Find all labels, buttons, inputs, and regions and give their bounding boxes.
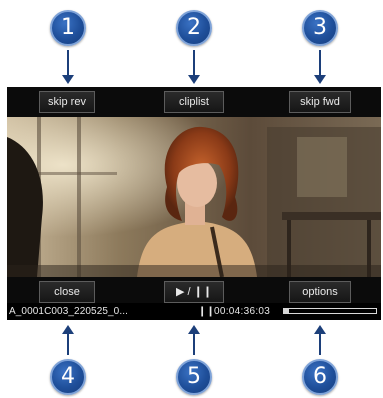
video-player: skip rev cliplist skip fwd close ▶ / ❙❙ … — [7, 87, 381, 320]
options-button[interactable]: options — [289, 281, 351, 303]
status-bar: A_0001C003_220525_0... ❙❙ 00:04:36:03 — [7, 303, 381, 320]
annotated-player-screenshot: 1 2 3 skip rev cliplist skip fwd close ▶… — [0, 0, 383, 398]
clip-name: A_0001C003_220525_0... — [9, 306, 128, 317]
timecode: 00:04:36:03 — [214, 306, 271, 317]
video-frame[interactable] — [7, 117, 381, 277]
callout-2-marker: 2 — [176, 10, 212, 46]
callout-1-arrow — [62, 50, 74, 84]
callout-5-marker: 5 — [176, 359, 212, 395]
callout-3-arrow — [314, 50, 326, 84]
callout-6-marker: 6 — [302, 359, 338, 395]
video-frame-image — [7, 117, 381, 277]
skip-rev-button[interactable]: skip rev — [39, 91, 95, 113]
progress-bar[interactable] — [283, 308, 377, 314]
progress-bar-fill — [284, 309, 289, 313]
close-button[interactable]: close — [39, 281, 95, 303]
callout-1-marker: 1 — [50, 10, 86, 46]
callout-2-arrow — [188, 50, 200, 84]
pause-state-icon: ❙❙ — [198, 306, 215, 317]
callout-6-arrow — [314, 325, 326, 355]
callout-5-arrow — [188, 325, 200, 355]
cliplist-button[interactable]: cliplist — [164, 91, 224, 113]
callout-4-arrow — [62, 325, 74, 355]
play-pause-button[interactable]: ▶ / ❙❙ — [164, 281, 224, 303]
callout-3-marker: 3 — [302, 10, 338, 46]
skip-fwd-button[interactable]: skip fwd — [289, 91, 351, 113]
callout-4-marker: 4 — [50, 359, 86, 395]
